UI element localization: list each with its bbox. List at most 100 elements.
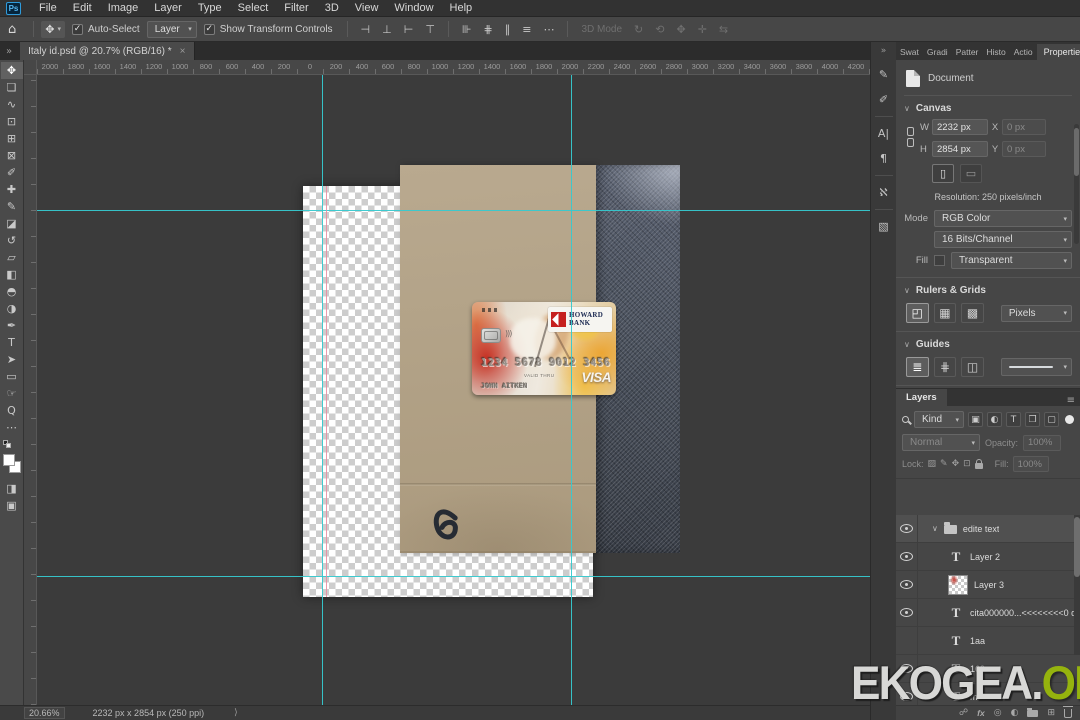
layer-thumbnail[interactable] [948, 574, 968, 595]
menu-3d[interactable]: 3D [317, 2, 347, 14]
crop-tool[interactable]: ⊞ [1, 130, 23, 147]
filter-kind-dropdown[interactable]: Kind ▾ [914, 411, 964, 428]
visibility-cell[interactable] [896, 599, 918, 626]
height-field[interactable]: 2854 px [932, 141, 988, 157]
visibility-cell[interactable] [896, 515, 918, 542]
fill-swatch[interactable] [934, 255, 945, 266]
auto-select-checkbox[interactable]: ✓ Auto-Select [72, 23, 140, 35]
object-selection-tool[interactable]: ⊡ [1, 113, 23, 130]
quick-mask-mode-icon[interactable]: ◨ [1, 480, 23, 497]
menu-view[interactable]: View [347, 2, 387, 14]
distribute-horizontal-icon[interactable]: ⋕ [478, 23, 499, 36]
guide-horizontal-bottom[interactable] [37, 576, 870, 577]
bit-depth-dropdown[interactable]: 16 Bits/Channel ▾ [934, 231, 1072, 248]
menu-window[interactable]: Window [386, 2, 441, 14]
menu-layer[interactable]: Layer [146, 2, 190, 14]
toggle-snap-button[interactable]: ▩ [961, 303, 984, 323]
layer-row-group[interactable]: ∨ edite text [896, 515, 1080, 543]
distribute-vertical-icon[interactable]: ⊪ [456, 23, 478, 36]
link-dimensions-icon[interactable] [906, 127, 915, 149]
guide-style-dropdown[interactable]: ▾ [1000, 358, 1073, 376]
menu-type[interactable]: Type [190, 2, 230, 14]
layer-row[interactable]: T Layer 2 [896, 543, 1080, 571]
color-mode-dropdown[interactable]: RGB Color ▾ [934, 210, 1072, 227]
character-panel-icon[interactable]: A| [873, 123, 895, 144]
brushes-panel-icon[interactable]: ✐ [873, 89, 895, 110]
guide-vertical-left[interactable] [322, 75, 323, 705]
units-dropdown[interactable]: Pixels ▾ [1000, 304, 1073, 322]
collapse-panels-icon[interactable]: » [6, 46, 12, 57]
tab-swatches[interactable]: Swat [896, 44, 923, 60]
tab-actions[interactable]: Actio [1010, 44, 1037, 60]
align-horizontal-centers-icon[interactable]: ⊥ [376, 23, 398, 36]
layer-row[interactable]: T cita000000...<<<<<<<<0 d [896, 599, 1080, 627]
menu-edit[interactable]: Edit [65, 2, 100, 14]
layer-row[interactable]: T 1aa [896, 627, 1080, 655]
distribute-centers-icon[interactable]: ∥ [499, 23, 517, 36]
default-colors-icon[interactable] [2, 440, 13, 448]
layer-name[interactable]: Layer 3 [974, 580, 1004, 590]
rectangular-marquee-tool[interactable]: ❏ [1, 79, 23, 96]
filter-shape-layers-icon[interactable]: ❒ [1025, 412, 1040, 427]
glyphs-panel-icon[interactable]: ℵ [873, 182, 895, 203]
lock-image-pixels-icon[interactable]: ✎ [940, 459, 948, 469]
spot-healing-brush-tool[interactable]: ✚ [1, 181, 23, 198]
layer-name[interactable]: edite text [963, 524, 1000, 534]
canvas-area[interactable]: ))) HOWARD BANK 1234 5678 9012 3456 VALI… [37, 75, 870, 705]
tab-gradients[interactable]: Gradi [923, 44, 952, 60]
path-selection-tool[interactable]: ➤ [1, 351, 23, 368]
menu-file[interactable]: File [31, 2, 65, 14]
photoshop-logo-icon[interactable]: Ps [6, 1, 21, 15]
eye-icon[interactable] [900, 580, 913, 589]
document-tab[interactable]: Italy id.psd @ 20.7% (RGB/16) * × [20, 42, 195, 60]
credit-card-image[interactable]: ))) HOWARD BANK 1234 5678 9012 3456 VALI… [472, 302, 616, 395]
brush-tool[interactable]: ✎ [1, 198, 23, 215]
guide-margin-pink[interactable] [326, 186, 327, 597]
hand-tool[interactable]: ☞ [1, 385, 23, 402]
toggle-grid-button[interactable]: ▦ [933, 303, 957, 323]
home-icon[interactable]: ⌂ [8, 22, 16, 37]
color-swatches[interactable] [1, 454, 23, 480]
foreground-color-swatch[interactable] [2, 454, 15, 466]
lasso-tool[interactable]: ∿ [1, 96, 23, 113]
eraser-tool[interactable]: ▱ [1, 249, 23, 266]
ruler-origin-corner[interactable] [24, 60, 37, 75]
width-field[interactable]: 2232 px [932, 119, 988, 135]
zoom-level-field[interactable]: 20.66% [24, 707, 65, 719]
eyedropper-tool[interactable]: ✐ [1, 164, 23, 181]
toggle-rulers-button[interactable]: ◰ [906, 303, 929, 323]
lock-transparent-pixels-icon[interactable]: ▨ [928, 459, 937, 469]
move-tool[interactable]: ✥ [0, 62, 23, 79]
history-brush-tool[interactable]: ↺ [1, 232, 23, 249]
guide-vertical-right[interactable] [571, 75, 572, 705]
show-transform-controls-checkbox[interactable]: ✓ Show Transform Controls [203, 23, 333, 35]
paragraph-panel-icon[interactable]: ¶ [873, 148, 895, 169]
close-tab-icon[interactable]: × [180, 46, 186, 57]
filter-adjustment-layers-icon[interactable]: ◐ [987, 412, 1002, 427]
brush-settings-panel-icon[interactable]: ✎ [873, 64, 895, 85]
frame-tool[interactable]: ⊠ [1, 147, 23, 164]
filter-type-layers-icon[interactable]: T [1006, 412, 1021, 427]
current-tool-preset[interactable]: ✥ ▾ [41, 20, 65, 38]
zoom-tool[interactable]: Q [1, 402, 23, 419]
layers-scrollbar[interactable] [1074, 515, 1080, 655]
tab-patterns[interactable]: Patter [952, 44, 983, 60]
layer-name[interactable]: cita000000...<<<<<<<<0 d [970, 608, 1076, 618]
menu-select[interactable]: Select [230, 2, 277, 14]
group-expand-icon[interactable]: ∨ [932, 524, 938, 533]
tab-properties[interactable]: Properties [1036, 44, 1080, 60]
portrait-orientation-button[interactable]: ▯ [932, 164, 954, 183]
filter-smart-objects-icon[interactable]: ▢ [1044, 412, 1059, 427]
toggle-guides-button[interactable]: ≣ [906, 357, 929, 377]
align-top-edges-icon[interactable]: ⊤ [419, 23, 441, 36]
more-align-options-icon[interactable]: ⋯ [537, 23, 560, 36]
filter-toggle-icon[interactable] [1065, 415, 1074, 424]
layers-panel-menu-icon[interactable]: ≡ [1067, 395, 1075, 406]
auto-select-target-dropdown[interactable]: Layer ▾ [146, 20, 197, 38]
menu-filter[interactable]: Filter [276, 2, 316, 14]
lock-all-icon[interactable] [974, 459, 983, 469]
clone-stamp-tool[interactable]: ◪ [1, 215, 23, 232]
layer-name[interactable]: Layer 2 [970, 552, 1000, 562]
new-group-icon[interactable] [1027, 707, 1039, 717]
visibility-cell[interactable] [896, 627, 918, 654]
